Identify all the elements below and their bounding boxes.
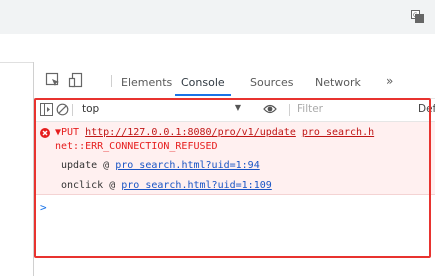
browser-top-bar: G [0, 0, 435, 34]
filter-input[interactable] [297, 101, 377, 117]
error-url-link[interactable]: http://127.0.0.1:8080/pro/v1/update [85, 127, 296, 138]
error-icon [40, 128, 50, 138]
stack-at: @ [103, 160, 110, 171]
tab-elements[interactable]: Elements [121, 76, 172, 89]
svg-text:G: G [413, 12, 418, 19]
console-prompt[interactable]: > [40, 201, 47, 214]
stack-link[interactable]: pro search.html?uid=1:94 [115, 160, 260, 171]
error-message-text: net::ERR_CONNECTION_REFUSED [55, 141, 218, 152]
stack-frame: update @ pro search.html?uid=1:94 [61, 160, 260, 171]
stack-function: onclick [61, 180, 104, 191]
toolbar-separator [111, 75, 112, 87]
console-sidebar-icon[interactable] [40, 103, 53, 116]
error-message: ▼PUT http://127.0.0.1:8080/pro/v1/update… [34, 122, 435, 195]
inspect-element-icon[interactable] [45, 72, 61, 88]
active-tab-indicator [175, 94, 231, 96]
stack-link[interactable]: pro search.html?uid=1:109 [121, 180, 272, 191]
toolbar-separator [72, 104, 73, 116]
stack-function: update [61, 160, 98, 171]
context-selector[interactable]: top ▼ [77, 103, 247, 117]
more-tabs-button[interactable]: » [386, 74, 393, 88]
devtools-panel: Elements Console Sources Network » top ▼… [33, 62, 435, 276]
console-toolbar: top ▼ Def [34, 99, 435, 122]
page-blank-area [0, 34, 435, 62]
error-source-link[interactable]: pro search.h [302, 127, 374, 138]
eye-icon[interactable] [263, 103, 277, 115]
tab-network[interactable]: Network [315, 76, 361, 89]
tab-console[interactable]: Console [181, 76, 225, 89]
stack-at: @ [109, 180, 116, 191]
context-selector-value: top [82, 103, 100, 115]
log-levels-dropdown[interactable]: Def [418, 103, 435, 115]
clear-console-icon[interactable] [56, 103, 69, 116]
tab-sources[interactable]: Sources [250, 76, 294, 89]
console-output: ▼PUT http://127.0.0.1:8080/pro/v1/update… [34, 122, 435, 276]
error-method[interactable]: ▼PUT [55, 127, 79, 138]
device-toggle-icon[interactable] [68, 72, 84, 88]
translate-icon[interactable]: G [411, 10, 424, 23]
devtools-tabbar: Elements Console Sources Network » [34, 62, 435, 99]
dropdown-arrow-icon: ▼ [234, 103, 241, 112]
toolbar-separator [289, 104, 290, 116]
stack-frame: onclick @ pro search.html?uid=1:109 [61, 180, 272, 191]
error-request-line: ▼PUT http://127.0.0.1:8080/pro/v1/update… [55, 127, 374, 138]
